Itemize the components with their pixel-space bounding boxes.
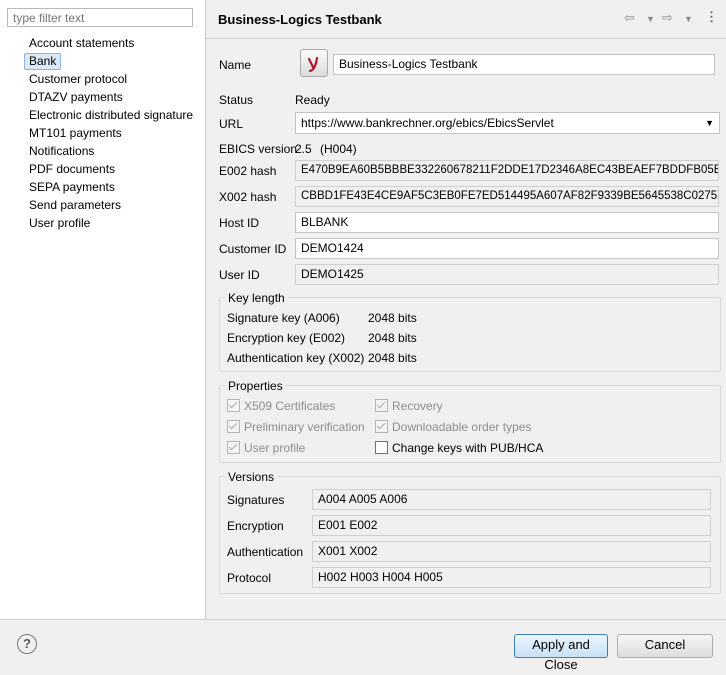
encryption-key-label: Encryption key (E002) xyxy=(227,331,346,345)
preliminary-verification-checkbox[interactable]: Preliminary verification xyxy=(227,420,365,434)
user-profile-checkbox[interactable]: User profile xyxy=(227,441,305,455)
forward-arrow-icon[interactable]: ⇨ xyxy=(662,10,673,26)
encryption-field[interactable]: E001 E002 xyxy=(312,515,711,536)
status-value: Ready xyxy=(295,93,330,107)
encryption-label: Encryption xyxy=(227,519,284,533)
back-arrow-icon[interactable]: ⇦ xyxy=(624,10,635,26)
signatures-label: Signatures xyxy=(227,493,285,507)
host-id-label: Host ID xyxy=(219,216,260,230)
checkbox-unchecked-icon xyxy=(375,441,388,454)
change-keys-checkbox[interactable]: Change keys with PUB/HCA xyxy=(375,441,543,455)
footer-divider xyxy=(0,619,726,620)
view-menu-icon[interactable]: ⋮ xyxy=(705,9,718,25)
checkbox-checked-icon xyxy=(375,399,388,412)
status-label: Status xyxy=(219,93,254,107)
nav-item-bank[interactable]: Bank xyxy=(24,53,62,70)
key-length-title: Key length xyxy=(225,291,288,305)
nav-item-customer-protocol[interactable]: Customer protocol xyxy=(25,71,131,88)
nav-item-dtazv-payments[interactable]: DTAZV payments xyxy=(25,89,127,106)
authentication-key-value: 2048 bits xyxy=(368,351,417,365)
checkbox-checked-icon xyxy=(227,420,240,433)
signature-key-label: Signature key (A006) xyxy=(227,311,340,325)
nav-item-pdf-documents[interactable]: PDF documents xyxy=(25,161,119,178)
nav-item-account-statements[interactable]: Account statements xyxy=(25,35,138,52)
logo-button[interactable] xyxy=(300,49,328,77)
x002-hash-field[interactable]: CBBD1FE43E4CE9AF5C3EB0FE7ED514495A607AF8… xyxy=(295,186,719,207)
e002-hash-field[interactable]: E470B9EA60B5BBBE332260678211F2DDE17D2346… xyxy=(295,160,719,181)
customer-id-input[interactable]: DEMO1424 xyxy=(295,238,719,259)
protocol-label: Protocol xyxy=(227,571,272,585)
filter-input[interactable] xyxy=(7,8,193,27)
x509-certificates-checkbox[interactable]: X509 Certificates xyxy=(227,399,335,413)
nav-item-user-profile[interactable]: User profile xyxy=(25,215,94,232)
protocol-field[interactable]: H002 H003 H004 H005 xyxy=(312,567,711,588)
url-label: URL xyxy=(219,117,244,131)
nav-item-sepa-payments[interactable]: SEPA payments xyxy=(25,179,119,196)
authentication-key-label: Authentication key (X002) xyxy=(227,351,365,365)
page-title: Business-Logics Testbank xyxy=(218,12,382,27)
encryption-key-value: 2048 bits xyxy=(368,331,417,345)
ebics-version-code: (H004) xyxy=(320,142,357,156)
ebics-version-value: 2.5 xyxy=(295,142,312,156)
url-select-value: https://www.bankrechner.org/ebics/EbicsS… xyxy=(301,116,554,130)
nav-item-electronic-distributed-signature[interactable]: Electronic distributed signature xyxy=(25,107,197,124)
name-label: Name xyxy=(219,58,252,72)
downloadable-order-types-checkbox[interactable]: Downloadable order types xyxy=(375,420,531,434)
authentication-field[interactable]: X001 X002 xyxy=(312,541,711,562)
checkbox-checked-icon xyxy=(227,399,240,412)
nav-item-notifications[interactable]: Notifications xyxy=(25,143,98,160)
checkbox-checked-icon xyxy=(227,441,240,454)
host-id-input[interactable]: BLBANK xyxy=(295,212,719,233)
ebics-version-label: EBICS version xyxy=(219,142,298,156)
customer-id-label: Customer ID xyxy=(219,242,287,256)
properties-title: Properties xyxy=(225,379,286,393)
e002-hash-label: E002 hash xyxy=(219,164,277,178)
back-dropdown-icon[interactable]: ▼ xyxy=(646,14,655,24)
apply-and-close-button[interactable]: Apply and Close xyxy=(514,634,608,672)
help-icon[interactable]: ? xyxy=(17,634,37,654)
cancel-button[interactable]: Cancel xyxy=(617,634,713,658)
versions-title: Versions xyxy=(225,470,278,484)
checkbox-checked-icon xyxy=(375,420,388,433)
user-id-label: User ID xyxy=(219,268,260,282)
nav-item-send-parameters[interactable]: Send parameters xyxy=(25,197,125,214)
recovery-checkbox[interactable]: Recovery xyxy=(375,399,443,413)
logo-icon xyxy=(307,56,319,73)
forward-dropdown-icon[interactable]: ▼ xyxy=(684,14,693,24)
name-input[interactable]: Business-Logics Testbank xyxy=(333,54,715,75)
authentication-label: Authentication xyxy=(227,545,304,559)
signatures-field[interactable]: A004 A005 A006 xyxy=(312,489,711,510)
chevron-down-icon: ▼ xyxy=(705,118,714,128)
user-id-field[interactable]: DEMO1425 xyxy=(295,264,719,285)
url-select[interactable]: https://www.bankrechner.org/ebics/EbicsS… xyxy=(295,112,720,134)
signature-key-value: 2048 bits xyxy=(368,311,417,325)
nav-item-mt101-payments[interactable]: MT101 payments xyxy=(25,125,126,142)
x002-hash-label: X002 hash xyxy=(219,190,277,204)
